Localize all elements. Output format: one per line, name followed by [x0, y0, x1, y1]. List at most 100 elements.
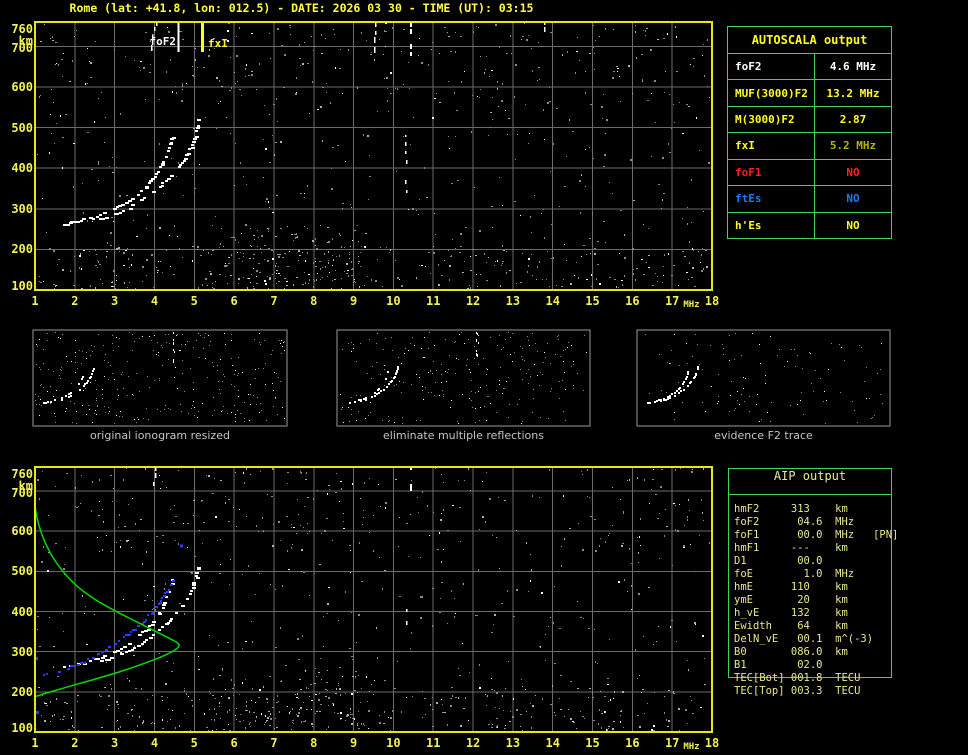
ionogram-noise: [37, 468, 704, 552]
ionogram-noise: [210, 668, 360, 732]
x-tick-0-10: 10: [386, 294, 401, 308]
aip-row-hmF1: hmF1 --- km: [734, 542, 848, 554]
autoscala-row-label-foF1: foF1: [728, 158, 814, 185]
aip-row-B0: B0 086.0 km: [734, 646, 848, 658]
x-tick-0-5: 5: [190, 294, 198, 308]
x-tick-1-17: 17: [664, 736, 680, 750]
plot-grid: [35, 467, 712, 732]
autoscala-row-label-h'Es: h'Es: [728, 211, 814, 238]
aip-row-D1: D1 00.0: [734, 555, 836, 567]
x-tick-1-9: 9: [349, 736, 358, 750]
y-axis-unit-0: km: [18, 34, 33, 48]
thumbnail-caption-evidence: evidence F2 trace: [714, 429, 813, 442]
x-tick-1-5: 5: [190, 736, 198, 750]
x-tick-0-17: 17: [664, 294, 680, 308]
y-tick-0-200: 200: [11, 242, 33, 257]
y-tick-1-600: 600: [11, 524, 33, 539]
aip-row-ymE: ymE 20 km: [734, 594, 848, 606]
x-tick-0-7: 7: [270, 294, 278, 308]
autoscala-row-value-ftEs: NO: [814, 185, 891, 212]
autoscala-row-value-h'Es: NO: [814, 211, 891, 238]
x-tick-0-18: 18: [704, 294, 720, 308]
thumbnail-caption-original: original ionogram resized: [90, 429, 230, 442]
aip-table-rows: hmF2 313 km foF2 04.6 MHz foF1 00.0 MHz [P…: [728, 503, 918, 698]
y-tick-1-300: 300: [11, 644, 33, 659]
x-tick-1-1: 1: [31, 736, 39, 750]
x-tick-1-14: 14: [545, 736, 560, 750]
x-tick-1-2: 2: [71, 736, 79, 750]
fxI-marker-label: fxI: [208, 37, 228, 50]
station-date-title: Rome (lat: +41.8, lon: 012.5) - DATE: 20…: [69, 1, 534, 15]
aip-row-DelN_vE: DelN_vE 00.1 m^(-3): [734, 633, 874, 645]
ionogram-noise: [40, 23, 710, 107]
autoscala-row-label-fxI: fxI: [728, 132, 814, 158]
autoscala-row-value-foF2: 4.6 MHz: [814, 53, 891, 80]
x-tick-0-3: 3: [111, 294, 119, 308]
aip-row-hmE: hmE 110 km: [734, 581, 848, 593]
y-tick-0-500: 500: [11, 120, 33, 135]
plot-grid: [35, 22, 712, 290]
scaled-point: [179, 544, 183, 548]
autoscala-row-value-MUF(3000)F2: 13.2 MHz: [814, 79, 891, 106]
x-tick-0-14: 14: [545, 294, 560, 308]
autoscala-output-table: AUTOSCALA output foF2 4.6 MHz MUF(3000)F2 1…: [727, 26, 892, 239]
x-tick-0-1: 1: [31, 294, 39, 308]
aip-row-B1: B1 02.0: [734, 659, 836, 671]
x-tick-1-10: 10: [386, 736, 401, 750]
thumbnail-caption-eliminate: eliminate multiple reflections: [383, 429, 544, 442]
ionogram-noise: [37, 468, 710, 732]
aip-row-h_vE: h_vE 132 km: [734, 607, 848, 619]
x-tick-0-4: 4: [150, 294, 159, 308]
x-tick-0-11: 11: [426, 294, 441, 308]
aip-row-foF2: foF2 04.6 MHz: [734, 516, 855, 528]
aip-row-hmF2: hmF2 313 km: [734, 503, 848, 515]
autoscala-row-value-fxI: 5.2 MHz: [814, 132, 891, 159]
ionogram-noise: [37, 23, 710, 291]
x-tick-1-11: 11: [426, 736, 441, 750]
x-axis-unit-0: MHz: [683, 300, 700, 310]
x-tick-0-16: 16: [625, 294, 640, 308]
autoscala-row-label-ftEs: ftEs: [728, 185, 814, 211]
aip-row-Ewidth: Ewidth 64 km: [734, 620, 848, 632]
x-tick-0-8: 8: [310, 294, 318, 308]
thumbnail-1: [336, 329, 591, 427]
electron-density-profile: [34, 506, 181, 698]
x-tick-0-15: 15: [585, 294, 600, 308]
ionogram-noise: [40, 245, 707, 290]
fxI-marker-line: [200, 23, 204, 52]
x-tick-0-9: 9: [349, 294, 358, 308]
x-tick-1-12: 12: [465, 736, 481, 750]
thumbnail-0: [32, 329, 288, 427]
autoscala-row-label-M(3000)F2: M(3000)F2: [728, 105, 814, 132]
x-axis-unit-1: MHz: [683, 742, 700, 752]
foF2-marker-line: [177, 23, 180, 52]
echo-trace: [63, 579, 175, 668]
y-tick-1-500: 500: [11, 564, 33, 579]
y-tick-0-400: 400: [11, 161, 33, 176]
x-tick-0-2: 2: [71, 294, 79, 308]
y-tick-1-400: 400: [11, 604, 33, 619]
autoscala-row-label-MUF(3000)F2: MUF(3000)F2: [728, 79, 814, 105]
x-tick-1-18: 18: [704, 736, 720, 750]
autoscala-row-label-foF2: foF2: [728, 53, 814, 79]
autoscala-table-title: AUTOSCALA output: [751, 33, 868, 47]
x-tick-0-6: 6: [230, 294, 238, 308]
echo-trace: [43, 580, 175, 676]
x-tick-0-12: 12: [465, 294, 481, 308]
y-axis-unit-1: km: [18, 479, 33, 493]
x-tick-1-4: 4: [150, 736, 159, 750]
scaled-point: [35, 710, 39, 714]
aip-row-foF1: foF1 00.0 MHz [PN]: [734, 529, 899, 541]
y-tick-1-100: 100: [11, 721, 33, 735]
x-tick-1-6: 6: [230, 736, 238, 750]
echo-trace: [100, 567, 201, 662]
autoscala-output-screen: Rome (lat: +41.8, lon: 012.5) - DATE: 20…: [0, 0, 968, 755]
autoscala-row-value-foF1: NO: [814, 158, 891, 186]
foF2-marker-label: foF2: [149, 35, 177, 48]
x-tick-1-7: 7: [270, 736, 278, 750]
aip-row-foE: foE 1.0 MHz: [734, 568, 855, 580]
aip-row-TEC[Bot]: TEC[Bot] 001.8 TECU: [734, 672, 861, 684]
x-tick-1-3: 3: [111, 736, 119, 750]
x-tick-1-15: 15: [585, 736, 600, 750]
y-tick-1-200: 200: [11, 684, 33, 699]
